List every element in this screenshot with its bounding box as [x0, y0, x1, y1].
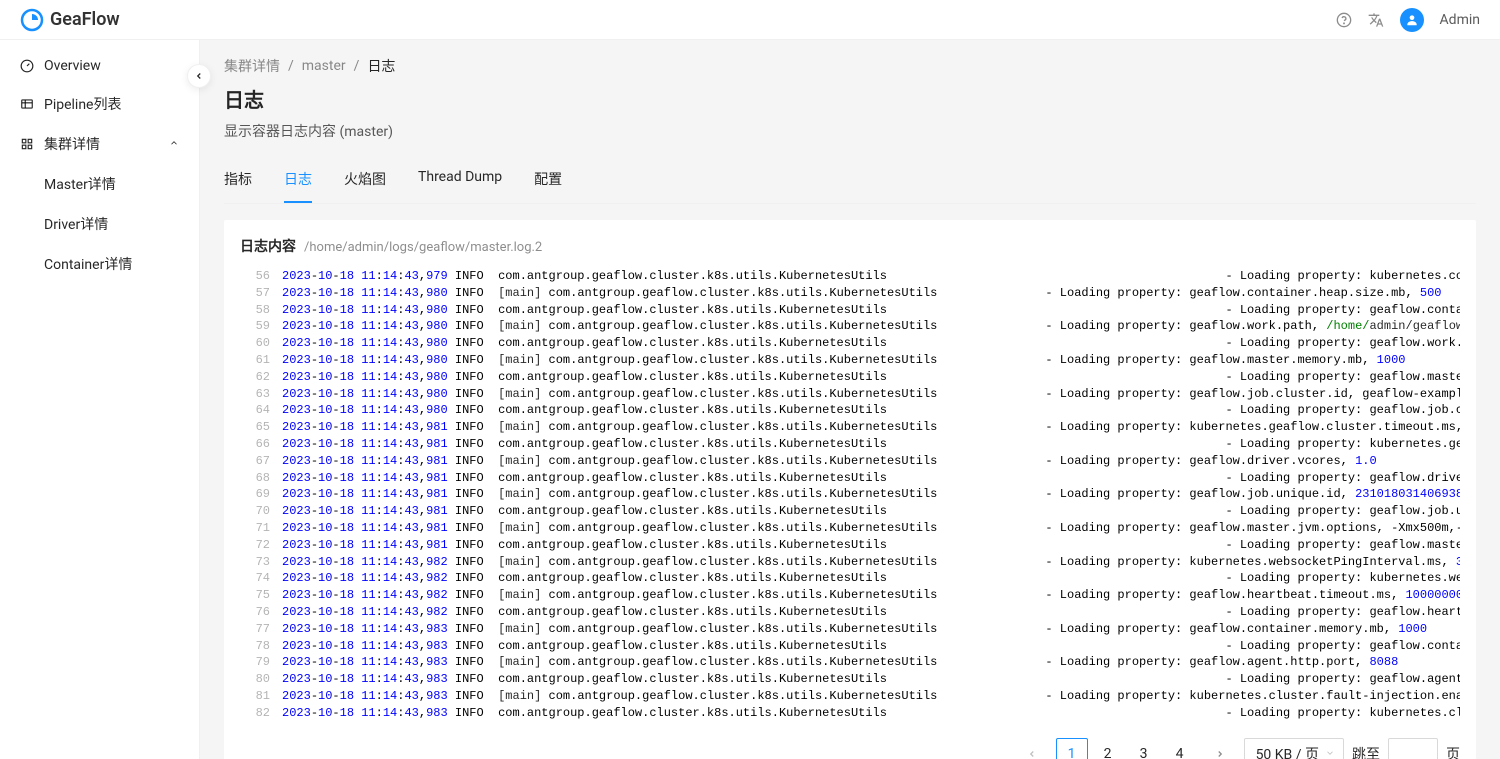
sidebar-item-driver[interactable]: Driver详情: [0, 204, 199, 244]
cluster-icon: [20, 137, 34, 151]
log-line: 642023-10-18 11:14:43,980 INFO com.antgr…: [240, 402, 1460, 419]
log-line: 772023-10-18 11:14:43,983 INFO [main] co…: [240, 621, 1460, 638]
tab-Thread Dump[interactable]: Thread Dump: [418, 157, 502, 203]
sidebar-item-label: Overview: [44, 58, 101, 74]
sidebar-item-pipeline[interactable]: Pipeline列表: [0, 84, 199, 124]
log-section-title: 日志内容: [240, 236, 296, 256]
tab-指标[interactable]: 指标: [224, 157, 252, 203]
log-line: 732023-10-18 11:14:43,982 INFO [main] co…: [240, 554, 1460, 571]
log-line: 802023-10-18 11:14:43,983 INFO com.antgr…: [240, 671, 1460, 688]
log-line: 582023-10-18 11:14:43,980 INFO com.antgr…: [240, 302, 1460, 319]
jump-label: 跳至: [1352, 744, 1380, 759]
dashboard-icon: [20, 59, 34, 73]
log-line: 562023-10-18 11:14:43,979 INFO com.antgr…: [240, 268, 1460, 285]
page-button[interactable]: 1: [1056, 738, 1088, 759]
log-line: 682023-10-18 11:14:43,981 INFO com.antgr…: [240, 470, 1460, 487]
log-line: 632023-10-18 11:14:43,980 INFO [main] co…: [240, 386, 1460, 403]
table-icon: [20, 97, 34, 111]
avatar[interactable]: [1400, 8, 1424, 32]
log-line: 722023-10-18 11:14:43,981 INFO com.antgr…: [240, 537, 1460, 554]
breadcrumb-separator: /: [288, 58, 294, 74]
page-subtitle: 显示容器日志内容 (master): [224, 121, 1476, 141]
log-content[interactable]: 562023-10-18 11:14:43,979 INFO com.antgr…: [240, 268, 1460, 722]
breadcrumb-separator: /: [354, 58, 360, 74]
page-size-select[interactable]: 50 KB / 页: [1244, 738, 1344, 759]
prev-page-button[interactable]: [1016, 738, 1048, 759]
page-title: 日志: [224, 84, 1476, 113]
tabs: 指标日志火焰图 Thread Dump 配置: [224, 157, 1476, 204]
page-button[interactable]: 4: [1164, 738, 1196, 759]
pagination: 1234 50 KB / 页 跳至 页: [240, 738, 1460, 759]
sidebar-item-container[interactable]: Container详情: [0, 244, 199, 284]
log-line: 572023-10-18 11:14:43,980 INFO [main] co…: [240, 285, 1460, 302]
log-line: 652023-10-18 11:14:43,981 INFO [main] co…: [240, 419, 1460, 436]
breadcrumb: 集群详情 / master / 日志: [224, 56, 1476, 76]
header: GeaFlow Admin: [0, 0, 1500, 40]
log-line: 612023-10-18 11:14:43,980 INFO [main] co…: [240, 352, 1460, 369]
logo-icon: [20, 8, 44, 32]
content: 集群详情 / master / 日志 日志 显示容器日志内容 (master) …: [200, 40, 1500, 759]
log-line: 752023-10-18 11:14:43,982 INFO [main] co…: [240, 587, 1460, 604]
sidebar-item-overview[interactable]: Overview: [0, 48, 199, 84]
product-name: GeaFlow: [50, 9, 120, 30]
sidebar: Overview Pipeline列表 集群详情 Master详情: [0, 40, 200, 759]
chevron-up-icon: [169, 136, 179, 152]
log-line: 812023-10-18 11:14:43,983 INFO [main] co…: [240, 688, 1460, 705]
log-line: 622023-10-18 11:14:43,980 INFO com.antgr…: [240, 369, 1460, 386]
breadcrumb-item-current: 日志: [367, 56, 395, 76]
log-line: 742023-10-18 11:14:43,982 INFO com.antgr…: [240, 570, 1460, 587]
tab-火焰图[interactable]: 火焰图: [344, 157, 386, 203]
log-path: /home/admin/logs/geaflow/master.log.2: [304, 240, 542, 255]
log-line: 702023-10-18 11:14:43,981 INFO com.antgr…: [240, 503, 1460, 520]
breadcrumb-item[interactable]: master: [302, 58, 346, 74]
log-line: 602023-10-18 11:14:43,980 INFO com.antgr…: [240, 335, 1460, 352]
page-button[interactable]: 3: [1128, 738, 1160, 759]
log-line: 762023-10-18 11:14:43,982 INFO com.antgr…: [240, 604, 1460, 621]
page-size-label: 50 KB / 页: [1256, 744, 1319, 759]
next-page-button[interactable]: [1204, 738, 1236, 759]
sidebar-item-label: Container详情: [44, 257, 132, 273]
sidebar-item-label: Master详情: [44, 177, 116, 193]
sidebar-item-label: Driver详情: [44, 217, 108, 233]
translate-icon[interactable]: [1368, 12, 1384, 28]
chevron-down-icon: [1325, 746, 1335, 759]
log-line: 692023-10-18 11:14:43,981 INFO [main] co…: [240, 486, 1460, 503]
page-button[interactable]: 2: [1092, 738, 1124, 759]
log-line: 822023-10-18 11:14:43,983 INFO com.antgr…: [240, 705, 1460, 722]
sidebar-item-label: 集群详情: [44, 134, 100, 154]
log-line: 712023-10-18 11:14:43,981 INFO [main] co…: [240, 520, 1460, 537]
help-icon[interactable]: [1336, 12, 1352, 28]
logo[interactable]: GeaFlow: [20, 8, 120, 32]
sidebar-collapse-button[interactable]: [187, 64, 211, 88]
log-panel: 日志内容 /home/admin/logs/geaflow/master.log…: [224, 220, 1476, 759]
log-line: 672023-10-18 11:14:43,981 INFO [main] co…: [240, 453, 1460, 470]
sidebar-item-cluster[interactable]: 集群详情: [0, 124, 199, 164]
tab-配置[interactable]: 配置: [534, 157, 562, 203]
sidebar-item-label: Pipeline列表: [44, 94, 122, 114]
log-line: 662023-10-18 11:14:43,981 INFO com.antgr…: [240, 436, 1460, 453]
jump-suffix: 页: [1446, 744, 1460, 759]
sidebar-item-master[interactable]: Master详情: [0, 164, 199, 204]
log-line: 792023-10-18 11:14:43,983 INFO [main] co…: [240, 654, 1460, 671]
log-line: 592023-10-18 11:14:43,980 INFO [main] co…: [240, 318, 1460, 335]
log-line: 782023-10-18 11:14:43,983 INFO com.antgr…: [240, 638, 1460, 655]
jump-page-input[interactable]: [1388, 738, 1438, 759]
tab-日志[interactable]: 日志: [284, 157, 312, 203]
user-name[interactable]: Admin: [1440, 12, 1480, 28]
breadcrumb-item[interactable]: 集群详情: [224, 56, 280, 76]
